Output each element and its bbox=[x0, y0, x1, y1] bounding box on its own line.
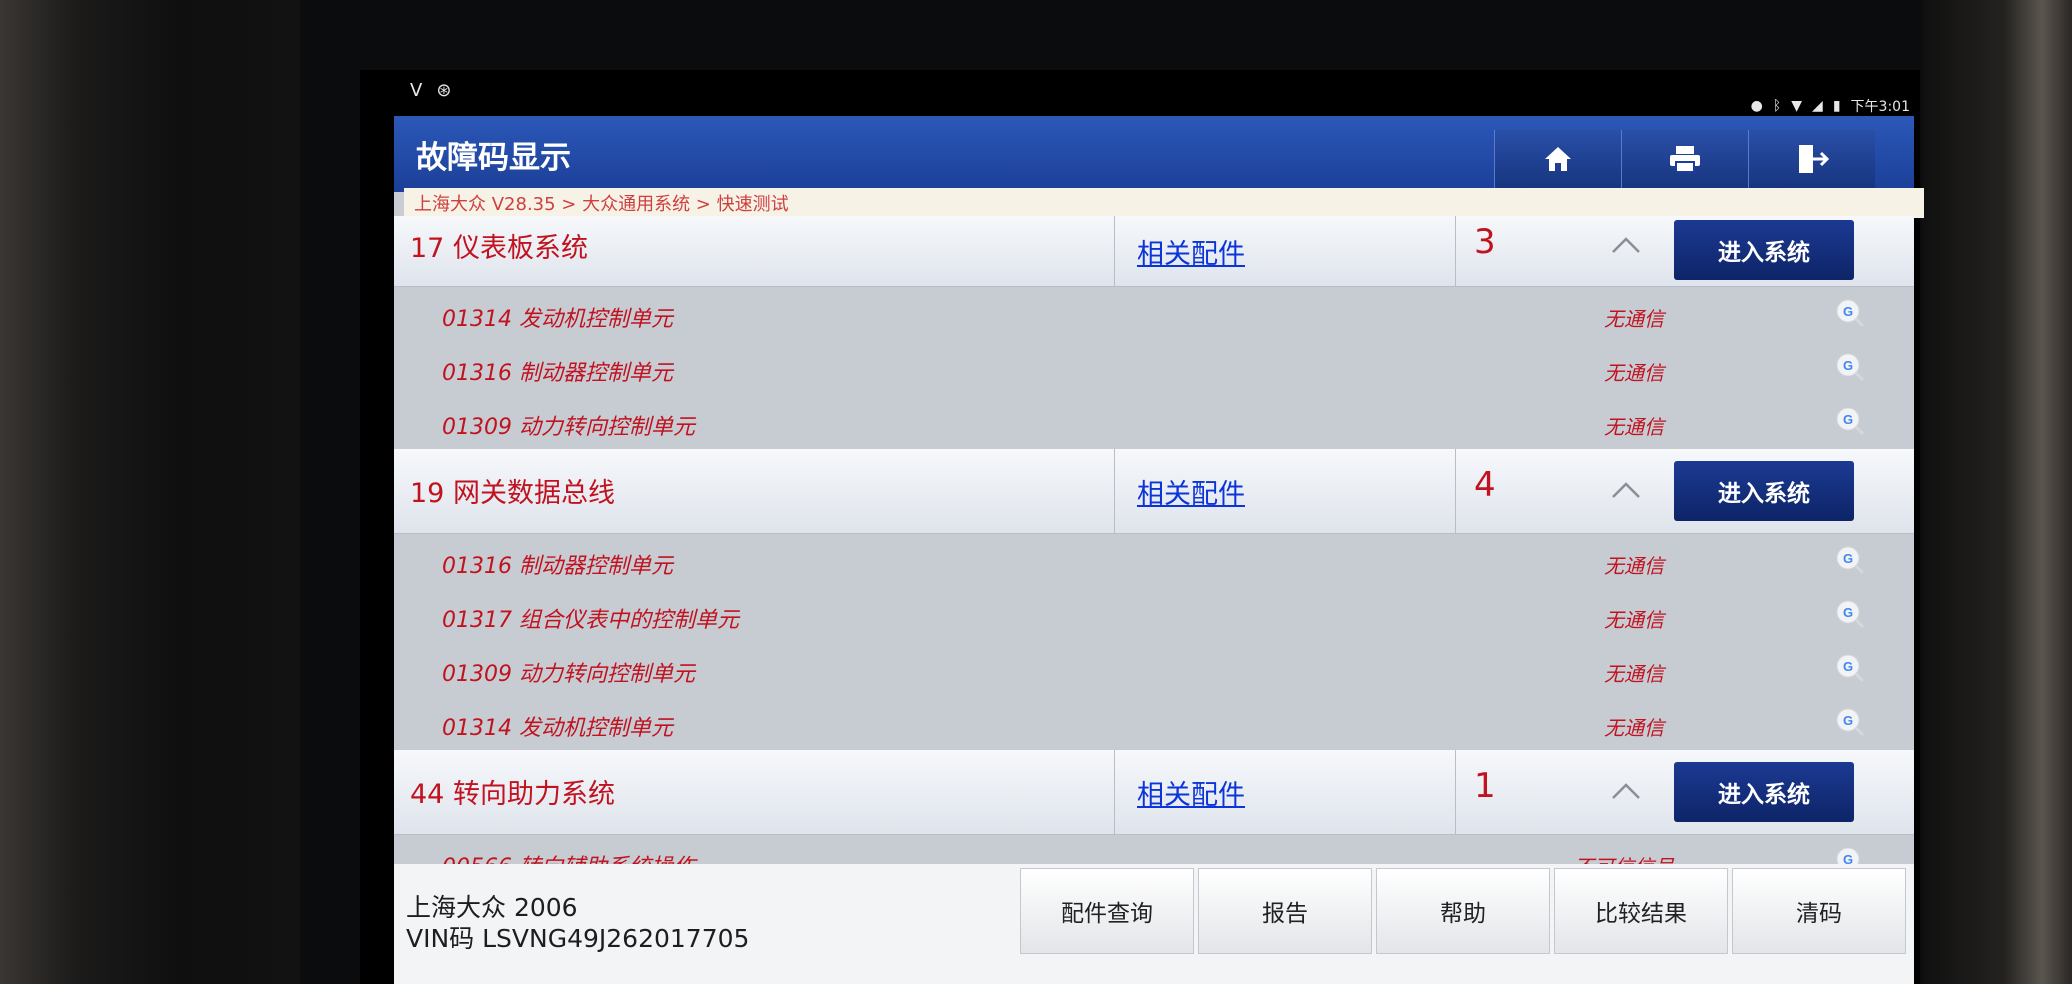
search-help-icon[interactable]: G bbox=[1834, 351, 1866, 383]
device-frame-right bbox=[1922, 0, 2072, 984]
enter-system-button[interactable]: 进入系统 bbox=[1674, 220, 1854, 280]
related-parts-link[interactable]: 相关配件 bbox=[1137, 773, 1245, 812]
chevron-up-icon[interactable] bbox=[1609, 473, 1643, 507]
fault-status: 无通信 bbox=[1604, 415, 1664, 439]
svg-text:G: G bbox=[1843, 304, 1853, 319]
related-parts-link[interactable]: 相关配件 bbox=[1137, 232, 1245, 271]
search-help-icon[interactable]: G bbox=[1834, 297, 1866, 329]
location-icon: ● bbox=[1750, 98, 1763, 114]
system-name: 19 网关数据总线 bbox=[410, 478, 615, 509]
device-frame-left bbox=[0, 0, 300, 984]
fault-code: 01316 制动器控制单元 bbox=[442, 361, 673, 386]
search-help-icon[interactable]: G bbox=[1834, 405, 1866, 437]
system-row[interactable]: 44 转向助力系统 相关配件 1 进入系统 bbox=[394, 750, 1914, 835]
parts-cell: 相关配件 bbox=[1114, 449, 1456, 533]
search-help-icon[interactable]: G bbox=[1834, 544, 1866, 576]
system-name: 17 仪表板系统 bbox=[410, 233, 588, 264]
svg-text:G: G bbox=[1843, 358, 1853, 373]
report-button[interactable]: 报告 bbox=[1198, 868, 1372, 954]
system-row[interactable]: 19 网关数据总线 相关配件 4 进入系统 bbox=[394, 449, 1914, 534]
fault-code: 01309 动力转向控制单元 bbox=[442, 662, 695, 687]
vehicle-vin: VIN码 LSVNG49J262017705 bbox=[406, 924, 750, 953]
svg-text:G: G bbox=[1843, 659, 1853, 674]
fault-row: 01314 发动机控制单元 无通信 G bbox=[394, 287, 1914, 341]
home-icon bbox=[1545, 147, 1571, 171]
fault-status: 无通信 bbox=[1604, 608, 1664, 632]
tablet-screen: ⴸ ⊛ ● ᛒ ▼ ◢ ▮ 下午3:01 故障码显示 上海大众 V28.35 >… bbox=[360, 70, 1924, 984]
svg-text:G: G bbox=[1843, 605, 1853, 620]
fault-row: 01309 动力转向控制单元 无通信 G bbox=[394, 642, 1914, 696]
print-button[interactable] bbox=[1621, 130, 1748, 188]
fault-row: 01316 制动器控制单元 无通信 G bbox=[394, 534, 1914, 588]
bluetooth-icon: ᛒ bbox=[1772, 98, 1782, 114]
fault-status: 无通信 bbox=[1604, 554, 1664, 578]
parts-lookup-button[interactable]: 配件查询 bbox=[1020, 868, 1194, 954]
signal-icon: ◢ bbox=[1812, 98, 1823, 114]
chevron-up-icon[interactable] bbox=[1609, 228, 1643, 262]
bottom-bar: 上海大众 2006 VIN码 LSVNG49J262017705 配件查询 报告… bbox=[394, 864, 1914, 984]
printer-icon bbox=[1670, 146, 1700, 173]
title-bar: 故障码显示 bbox=[394, 116, 1914, 192]
parts-cell: 相关配件 bbox=[1114, 750, 1456, 834]
enter-system-button[interactable]: 进入系统 bbox=[1674, 762, 1854, 822]
search-help-icon[interactable]: G bbox=[1834, 706, 1866, 738]
exit-button[interactable] bbox=[1748, 130, 1875, 188]
svg-text:G: G bbox=[1843, 551, 1853, 566]
compare-results-button[interactable]: 比较结果 bbox=[1554, 868, 1728, 954]
wifi-icon: ▼ bbox=[1791, 98, 1803, 114]
fault-code: 01309 动力转向控制单元 bbox=[442, 415, 695, 440]
fault-code-list[interactable]: 17 仪表板系统 相关配件 3 进入系统 01314 发动机控制单元 无通信 G… bbox=[394, 216, 1914, 864]
help-button[interactable]: 帮助 bbox=[1376, 868, 1550, 954]
home-button[interactable] bbox=[1494, 130, 1621, 188]
fault-count: 3 bbox=[1474, 222, 1496, 262]
fault-count: 1 bbox=[1474, 766, 1496, 806]
breadcrumb: 上海大众 V28.35 > 大众通用系统 > 快速测试 bbox=[404, 188, 1924, 218]
fault-status: 无通信 bbox=[1604, 361, 1664, 385]
enter-system-button[interactable]: 进入系统 bbox=[1674, 461, 1854, 521]
fault-code: 01314 发动机控制单元 bbox=[442, 307, 673, 332]
system-name: 44 转向助力系统 bbox=[410, 779, 615, 810]
search-help-icon[interactable]: G bbox=[1834, 598, 1866, 630]
fault-row: 01317 组合仪表中的控制单元 无通信 G bbox=[394, 588, 1914, 642]
svg-text:G: G bbox=[1843, 412, 1853, 427]
bluetooth-circle-icon: ⊛ bbox=[436, 80, 452, 101]
parts-cell: 相关配件 bbox=[1114, 216, 1456, 286]
vehicle-model: 上海大众 2006 bbox=[406, 893, 578, 922]
search-help-icon[interactable]: G bbox=[1834, 652, 1866, 684]
system-row[interactable]: 17 仪表板系统 相关配件 3 进入系统 bbox=[394, 216, 1914, 287]
svg-text:G: G bbox=[1843, 852, 1853, 864]
fault-row: 01309 动力转向控制单元 无通信 G bbox=[394, 395, 1914, 449]
related-parts-link[interactable]: 相关配件 bbox=[1137, 472, 1245, 511]
fault-code: 01314 发动机控制单元 bbox=[442, 716, 673, 741]
svg-text:G: G bbox=[1843, 713, 1853, 728]
fault-row: 01314 发动机控制单元 无通信 G bbox=[394, 696, 1914, 750]
exit-icon bbox=[1799, 145, 1829, 173]
fault-code: 00566 转向辅助系统操作 bbox=[442, 849, 695, 864]
fault-status: 不可信信号 bbox=[1574, 851, 1674, 864]
fault-code: 01317 组合仪表中的控制单元 bbox=[442, 608, 739, 633]
vehicle-info: 上海大众 2006 VIN码 LSVNG49J262017705 bbox=[406, 892, 749, 954]
fault-row: 01316 制动器控制单元 无通信 G bbox=[394, 341, 1914, 395]
fault-status: 无通信 bbox=[1604, 307, 1664, 331]
chevron-up-icon[interactable] bbox=[1609, 774, 1643, 808]
status-time: 下午3:01 bbox=[1850, 99, 1910, 115]
battery-icon: ▮ bbox=[1832, 98, 1841, 114]
fault-code-app: 故障码显示 上海大众 V28.35 > 大众通用系统 > 快速测试 17 仪表板… bbox=[394, 116, 1924, 984]
fault-count: 4 bbox=[1474, 465, 1496, 505]
status-bar: ⴸ ⊛ ● ᛒ ▼ ◢ ▮ 下午3:01 bbox=[360, 70, 1920, 116]
clear-codes-button[interactable]: 清码 bbox=[1732, 868, 1906, 954]
fault-code: 01316 制动器控制单元 bbox=[442, 554, 673, 579]
fault-status: 无通信 bbox=[1604, 716, 1664, 740]
search-help-icon[interactable]: G bbox=[1834, 845, 1866, 864]
fault-status: 无通信 bbox=[1604, 662, 1664, 686]
fault-row: 00566 转向辅助系统操作 不可信信号 G bbox=[394, 835, 1914, 864]
usb-debug-icon: ⴸ bbox=[410, 80, 423, 101]
page-title: 故障码显示 bbox=[416, 140, 571, 176]
